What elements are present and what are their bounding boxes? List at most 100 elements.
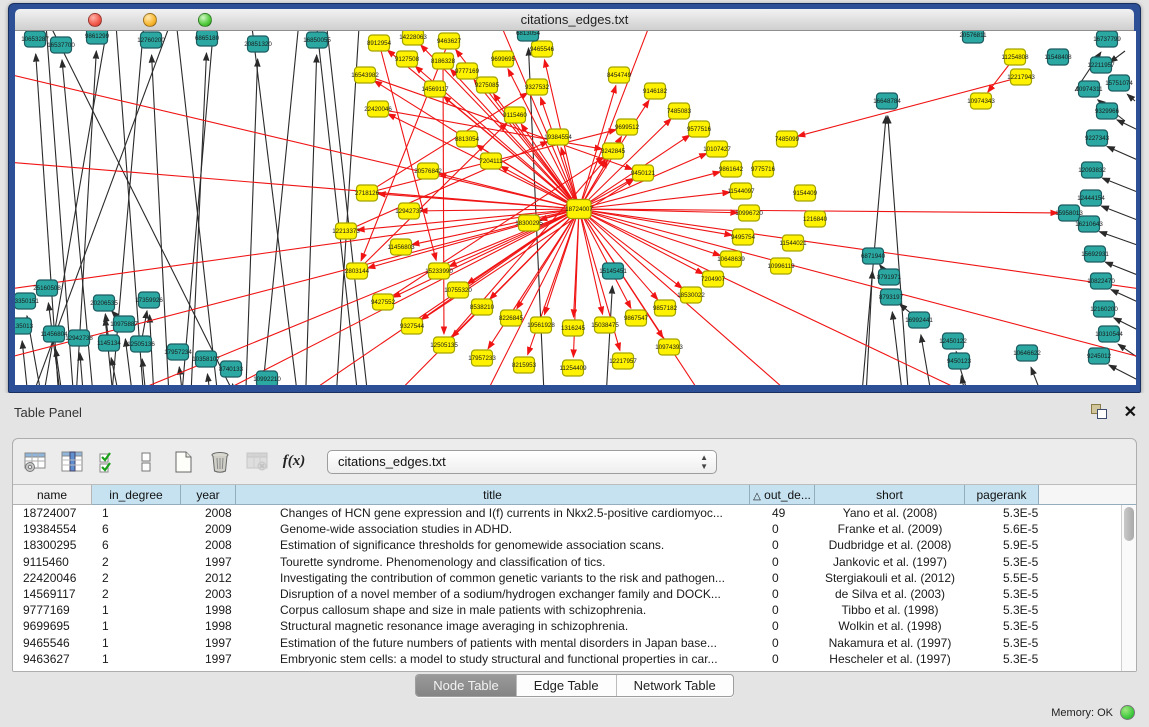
zoom-window-icon[interactable]	[198, 13, 212, 27]
vertical-scrollbar[interactable]	[1121, 505, 1136, 672]
table-cell[interactable]: Tourette syndrome. Phenomenology and cla…	[236, 554, 750, 570]
table-cell[interactable]: 1	[92, 651, 181, 667]
graph-node[interactable]: 12505136	[127, 336, 155, 352]
table-cell[interactable]: Jankovic et al. (1997)	[815, 554, 965, 570]
graph-node[interactable]: 2718126	[355, 185, 380, 201]
graph-node[interactable]: 8215953	[512, 357, 537, 373]
table-cell[interactable]: 1	[92, 505, 181, 521]
graph-node[interactable]: 9775716	[751, 161, 776, 177]
graph-node[interactable]: 12942738	[65, 330, 93, 346]
graph-node[interactable]: 2803144	[345, 263, 370, 279]
table-cell[interactable]: 18724007	[13, 505, 92, 521]
table-cell[interactable]: 0	[750, 521, 815, 537]
table-cell[interactable]: 9115460	[13, 554, 92, 570]
delete-table-icon[interactable]	[243, 448, 271, 476]
graph-node[interactable]: 12217943	[1007, 69, 1035, 85]
table-cell[interactable]: Nakamura et al. (1997)	[815, 635, 965, 651]
graph-node[interactable]: 11254409	[559, 360, 587, 376]
graph-node[interactable]: 8538210	[470, 299, 495, 315]
table-cell[interactable]: 5.3E-5	[965, 554, 1039, 570]
graph-node[interactable]: 12450122	[939, 333, 967, 349]
table-row[interactable]: 1938455462009Genome-wide association stu…	[13, 521, 1121, 537]
graph-node[interactable]: 11544097	[727, 183, 755, 199]
network-graph[interactable]: 1872400718300295881305419384554911546022…	[15, 31, 1136, 385]
graph-node[interactable]: 20576811	[959, 31, 987, 43]
table-row[interactable]: 2242004622012Investigating the contribut…	[13, 570, 1121, 586]
graph-node[interactable]: 7485099	[775, 131, 800, 147]
table-cell[interactable]: 6	[92, 537, 181, 553]
graph-node[interactable]: 10974393	[655, 339, 683, 355]
graph-node[interactable]: 7204111	[479, 153, 503, 169]
graph-node[interactable]: 16850055	[303, 32, 331, 48]
graph-node[interactable]: 8791971	[877, 269, 902, 285]
table-cell[interactable]: 1997	[181, 554, 236, 570]
graph-node[interactable]: 15751074	[1105, 75, 1133, 91]
table-cell[interactable]: Investigating the contribution of common…	[236, 570, 750, 586]
graph-node[interactable]: 9867547	[624, 310, 649, 326]
graph-node[interactable]: 12093832	[1078, 162, 1106, 178]
graph-node[interactable]: 9450123	[947, 353, 972, 369]
graph-node[interactable]: 10310544	[1095, 326, 1123, 342]
table-cell[interactable]: 5.3E-5	[965, 505, 1039, 521]
graph-node[interactable]: 6871940	[861, 248, 886, 264]
graph-node[interactable]: 10975887	[110, 316, 138, 332]
graph-node[interactable]: 9275085	[475, 77, 500, 93]
graph-node[interactable]: 10974343	[967, 93, 995, 109]
graph-node[interactable]: 6813054	[516, 31, 541, 41]
table-cell[interactable]: Dudbridge et al. (2008)	[815, 537, 965, 553]
table-cell[interactable]: 0	[750, 554, 815, 570]
graph-node[interactable]: 6865180	[195, 31, 220, 46]
table-cell[interactable]: 1997	[181, 651, 236, 667]
table-cell[interactable]: 1998	[181, 602, 236, 618]
column-header-name[interactable]: name	[13, 485, 92, 505]
table-cell[interactable]: Genome-wide association studies in ADHD.	[236, 521, 750, 537]
graph-node[interactable]: 9861299	[85, 31, 110, 44]
table-cell[interactable]: 5.5E-5	[965, 570, 1039, 586]
table-mode-icon[interactable]	[21, 448, 49, 476]
select-all-icon[interactable]	[95, 448, 123, 476]
column-header-short[interactable]: short	[815, 485, 965, 505]
table-cell[interactable]: 5.3E-5	[965, 635, 1039, 651]
graph-node[interactable]: 8186328	[431, 53, 456, 69]
table-cell[interactable]: 9465546	[13, 635, 92, 651]
table-cell[interactable]: 5.6E-5	[965, 521, 1039, 537]
network-view-window[interactable]: citations_edges.txt 18724007183002958813…	[8, 3, 1141, 393]
graph-node[interactable]: 12505135	[430, 337, 458, 353]
table-select-dropdown[interactable]: citations_edges.txt ▲▼	[327, 450, 717, 474]
graph-node[interactable]: 25160508	[33, 280, 61, 296]
close-window-icon[interactable]	[88, 13, 102, 27]
table-cell[interactable]: Structural magnetic resonance image aver…	[236, 618, 750, 634]
graph-node[interactable]: 12211957	[1087, 57, 1115, 73]
graph-node[interactable]: 12942737	[395, 203, 423, 219]
graph-node[interactable]: 18530022	[677, 287, 705, 303]
graph-node[interactable]: 17957233	[468, 350, 496, 366]
graph-node[interactable]: 9115460	[503, 107, 527, 123]
graph-node[interactable]: 16543982	[351, 67, 379, 83]
graph-node[interactable]: 9329966	[1095, 103, 1120, 119]
graph-node[interactable]: 11544021	[779, 235, 807, 251]
graph-node[interactable]: 10358107	[192, 351, 220, 367]
graph-node[interactable]: 10974311	[1075, 81, 1103, 97]
graph-node[interactable]: 9427552	[371, 294, 396, 310]
graph-node[interactable]: 15038475	[591, 317, 619, 333]
table-cell[interactable]: 0	[750, 635, 815, 651]
graph-node[interactable]: 18724007	[565, 200, 593, 219]
graph-node[interactable]: 10646622	[1013, 345, 1041, 361]
graph-node[interactable]: 10822470	[1087, 273, 1115, 289]
graph-node[interactable]: 14228063	[399, 31, 427, 45]
table-cell[interactable]: Tibbo et al. (1998)	[815, 602, 965, 618]
graph-node[interactable]: 12160200	[1090, 301, 1118, 317]
graph-node[interactable]: 16737799	[1093, 31, 1121, 47]
tab-edge-table[interactable]: Edge Table	[517, 675, 617, 696]
graph-node[interactable]: 18300295	[515, 215, 543, 231]
graph-node[interactable]: 9227343	[1085, 130, 1110, 146]
graph-node[interactable]: 9699695	[491, 51, 516, 67]
graph-node[interactable]: 9450121	[631, 165, 656, 181]
new-column-icon[interactable]	[169, 448, 197, 476]
table-cell[interactable]: Yano et al. (2008)	[815, 505, 965, 521]
show-columns-icon[interactable]	[58, 448, 86, 476]
table-row[interactable]: 1456911722003Disruption of a novel membe…	[13, 586, 1121, 602]
close-panel-icon[interactable]: ✕	[1124, 402, 1137, 422]
graph-node[interactable]: 19561928	[527, 317, 555, 333]
table-cell[interactable]: 5.3E-5	[965, 586, 1039, 602]
